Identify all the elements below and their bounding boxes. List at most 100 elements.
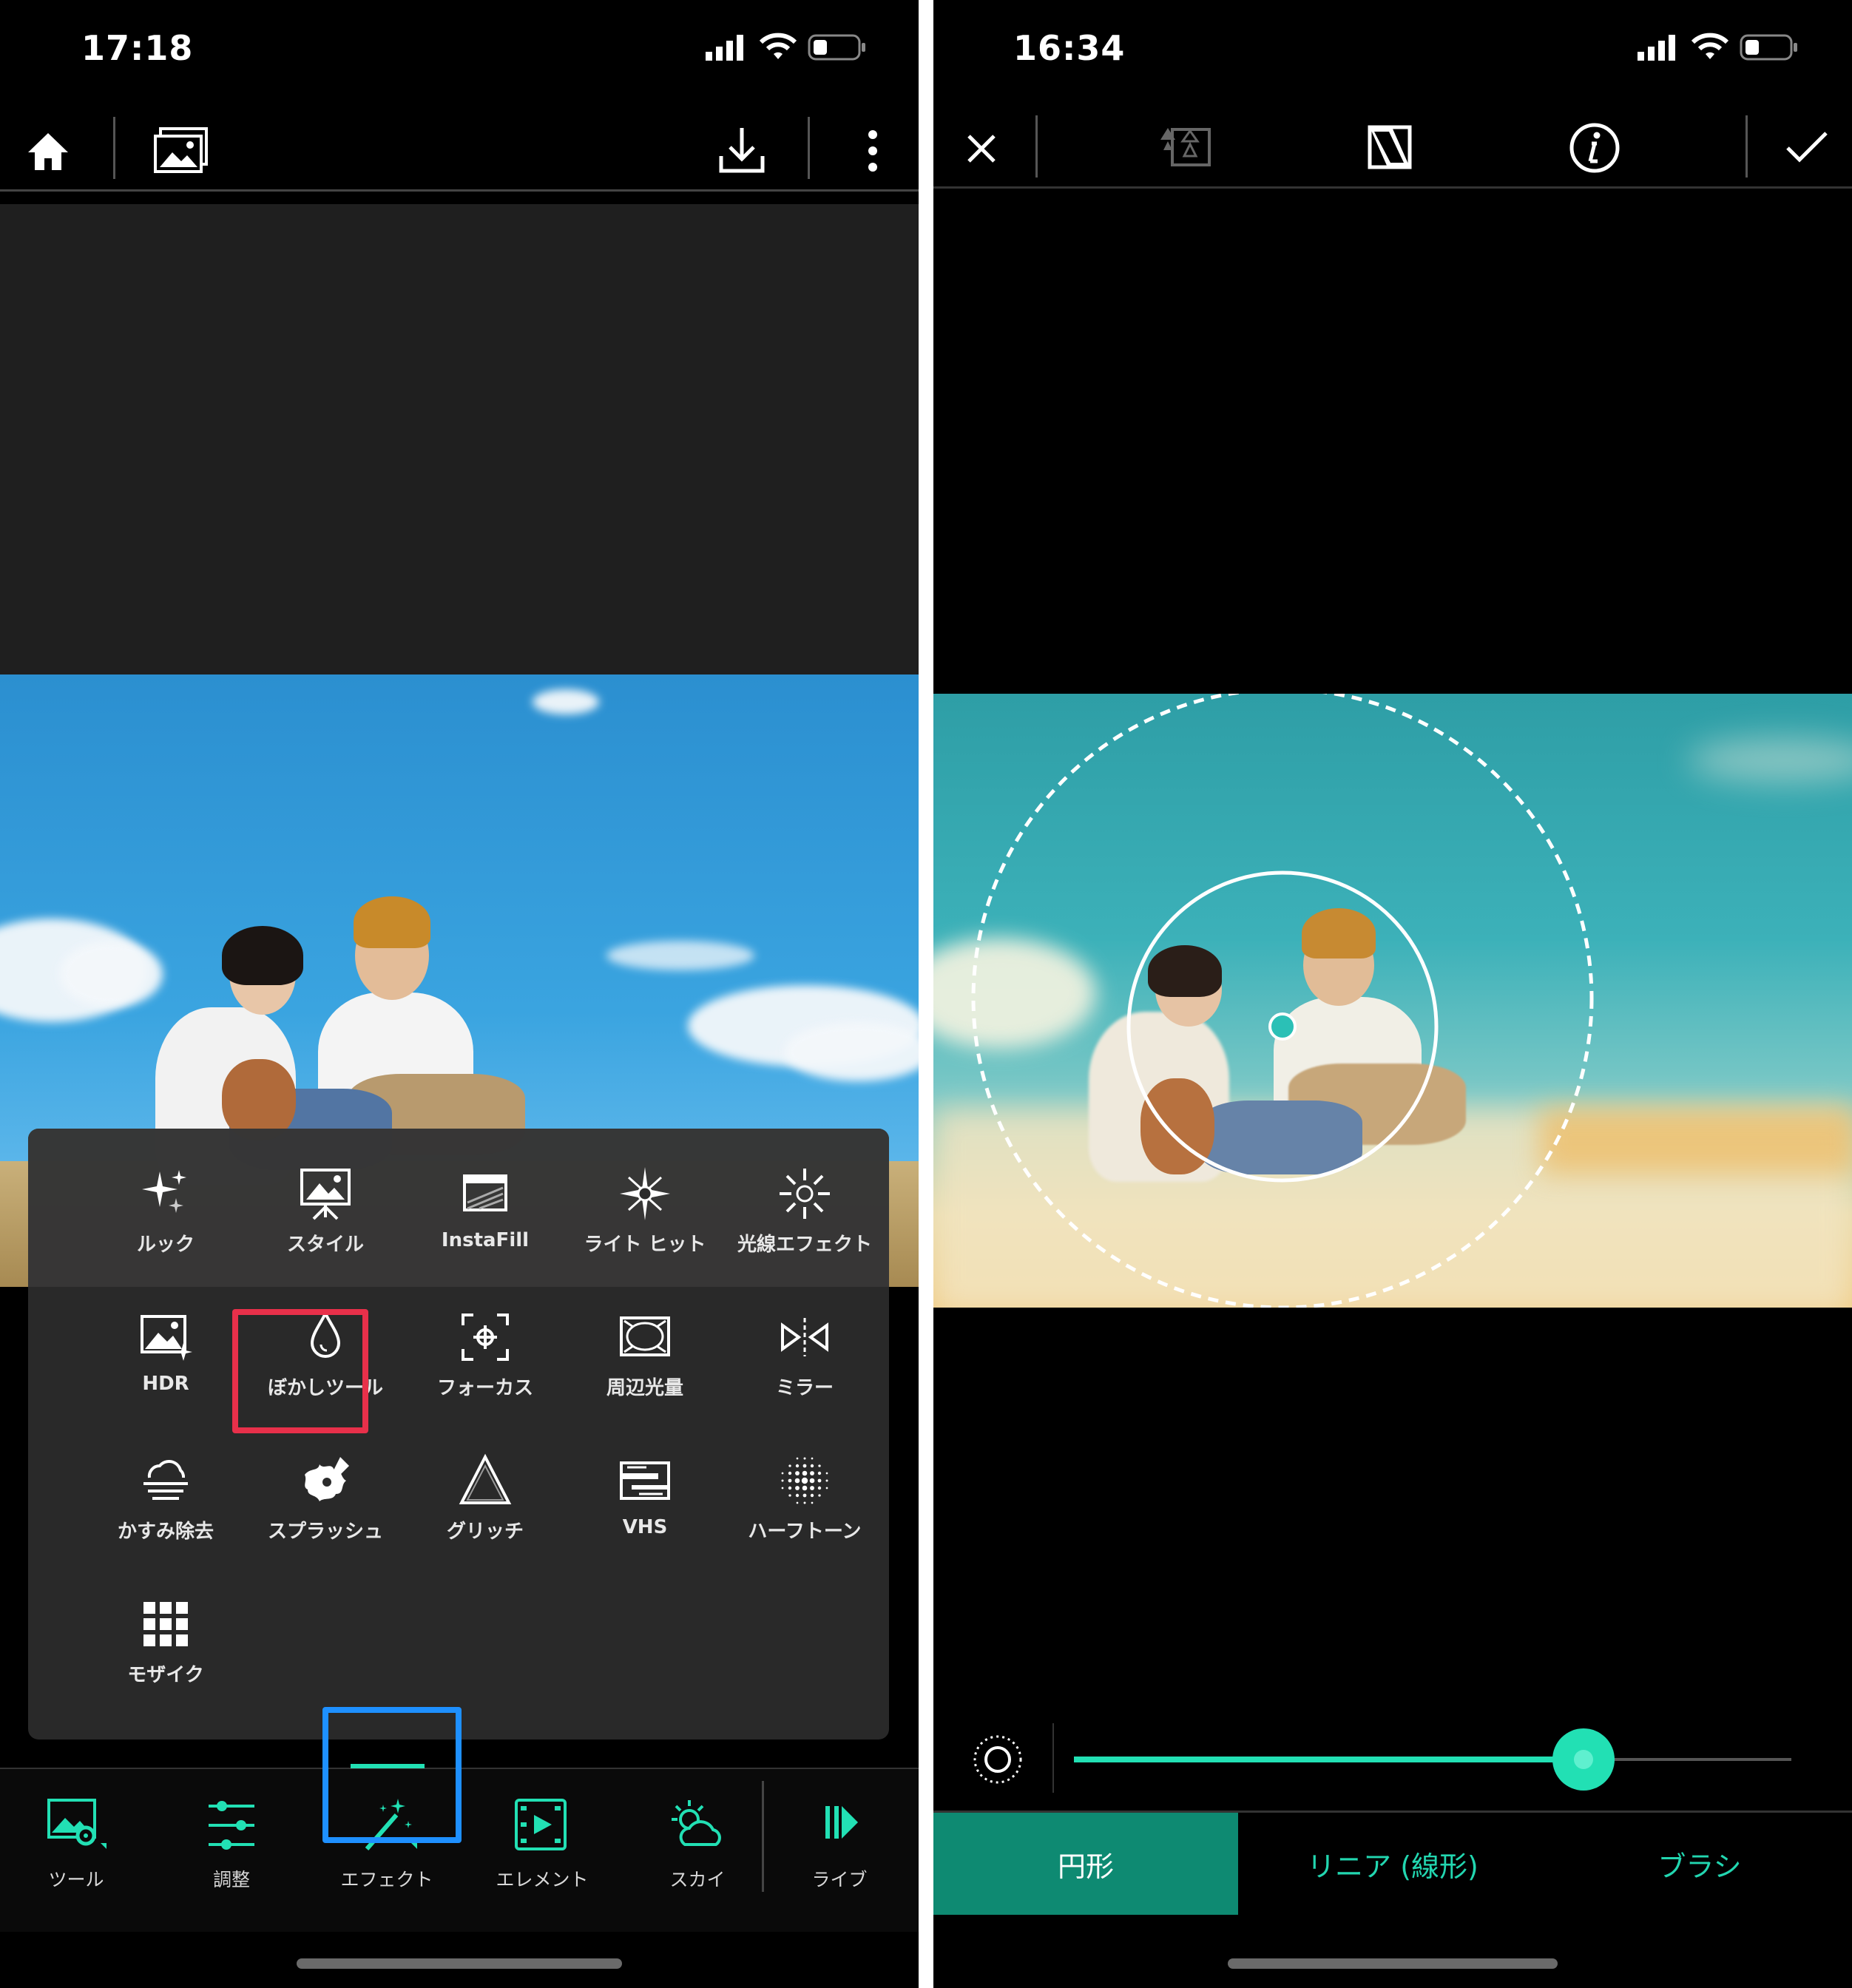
effect-label: スプラッシュ — [267, 1521, 383, 1543]
status-time: 17:18 — [81, 28, 194, 68]
apply-button[interactable] — [1782, 124, 1831, 170]
nav-sky[interactable]: スカイ — [635, 1796, 760, 1892]
home-button[interactable] — [22, 126, 74, 178]
outer-feather-circle[interactable] — [971, 694, 1594, 1308]
effects-tab-highlight — [322, 1707, 462, 1843]
mode-linear[interactable]: リニア (線形) — [1238, 1813, 1547, 1915]
blur-strength-button[interactable] — [972, 1734, 1024, 1785]
sky-icon — [672, 1800, 721, 1846]
signal-icon — [1638, 35, 1675, 61]
instafill-icon — [463, 1174, 507, 1211]
blur-slider-area — [933, 1701, 1852, 1812]
slider-separator — [1052, 1723, 1054, 1793]
toolbar-divider — [933, 186, 1852, 189]
effect-halftone[interactable]: ハーフトーン — [725, 1453, 885, 1563]
cancel-button[interactable] — [957, 124, 1006, 173]
element-icon — [515, 1799, 567, 1850]
nav-label: ライブ — [811, 1869, 868, 1890]
nav-label: スカイ — [669, 1869, 726, 1890]
nav-label: エレメント — [496, 1869, 589, 1890]
nav-label: 調整 — [212, 1869, 250, 1890]
home-indicator — [1228, 1958, 1558, 1969]
toolbar-separator — [1745, 115, 1748, 178]
effect-label: VHS — [622, 1516, 668, 1538]
info-button[interactable] — [1567, 120, 1623, 176]
nav-label: ツール — [48, 1869, 104, 1890]
effect-vignette[interactable]: 周辺光量 — [565, 1309, 725, 1420]
download-button[interactable] — [714, 123, 769, 178]
adjust-icon — [209, 1801, 254, 1850]
home-icon — [28, 133, 68, 170]
radial-blur-mask[interactable] — [933, 694, 1852, 1308]
effect-hdr[interactable]: HDR — [86, 1309, 246, 1420]
status-time: 16:34 — [1013, 28, 1126, 68]
effect-instafill[interactable]: InstaFill — [405, 1166, 565, 1277]
blur-slider-thumb[interactable] — [1552, 1728, 1615, 1791]
effect-mosaic[interactable]: モザイク — [86, 1596, 246, 1707]
effect-label: ハーフトーン — [748, 1521, 862, 1543]
blur-tool-highlight — [232, 1309, 368, 1433]
nav-elements[interactable]: エレメント — [479, 1796, 605, 1892]
effect-look[interactable]: ルック — [86, 1166, 246, 1277]
effect-label: ルック — [136, 1234, 195, 1256]
more-options-button[interactable] — [858, 124, 888, 178]
toolbar-separator — [808, 117, 810, 179]
effects-panel: ルック スタイル InstaFill ライト ヒット 光線エフェクト HDR ぼ… — [28, 1129, 889, 1740]
close-icon — [967, 135, 996, 163]
nav-live[interactable]: ライブ — [777, 1796, 902, 1892]
effect-light-rays[interactable]: 光線エフェクト — [725, 1166, 885, 1277]
mode-brush[interactable]: ブラシ — [1547, 1813, 1852, 1915]
effect-label: ミラー — [775, 1377, 834, 1399]
slider-thumb-core — [1573, 1750, 1593, 1769]
effect-dehaze[interactable]: かすみ除去 — [86, 1453, 246, 1563]
light-rays-icon — [780, 1169, 830, 1219]
nav-separator — [762, 1781, 764, 1892]
light-hit-icon — [620, 1167, 670, 1220]
effect-focus[interactable]: フォーカス — [405, 1309, 565, 1420]
wifi-icon — [759, 33, 797, 59]
info-icon — [1569, 123, 1620, 173]
vignette-icon — [620, 1316, 670, 1356]
vhs-icon — [620, 1461, 670, 1500]
effect-light-hit[interactable]: ライト ヒット — [565, 1166, 725, 1277]
hdr-icon — [141, 1315, 192, 1361]
toolbar-separator — [113, 117, 115, 179]
gallery-button[interactable] — [152, 124, 211, 176]
glitch-icon — [459, 1453, 512, 1504]
toolbar-divider — [0, 189, 919, 192]
effect-label: 周辺光量 — [606, 1377, 683, 1399]
nav-adjust[interactable]: 調整 — [169, 1796, 294, 1892]
download-icon — [719, 128, 765, 173]
battery-icon — [808, 34, 865, 61]
effect-mirror[interactable]: ミラー — [725, 1309, 885, 1420]
right-screen: 16:34 円形 リニア (線形) ブラシ — [933, 0, 1852, 1988]
blur-slider-track[interactable] — [1074, 1728, 1791, 1791]
effect-label: 光線エフェクト — [737, 1234, 872, 1256]
effect-splash[interactable]: スプラッシュ — [246, 1453, 405, 1563]
photo-canvas[interactable] — [933, 694, 1852, 1308]
nav-label: エフェクト — [340, 1869, 433, 1890]
left-screen: 17:18 ルック スタイル InstaFill ライト ヒット 光線エフェクト… — [0, 0, 919, 1988]
sparkle-icon — [142, 1170, 186, 1213]
wifi-icon — [1691, 33, 1729, 59]
tools-icon — [47, 1799, 107, 1849]
compare-image-icon — [1160, 128, 1211, 166]
center-handle[interactable] — [1268, 1012, 1297, 1041]
blur-mode-bar: 円形 リニア (線形) ブラシ — [933, 1810, 1852, 1915]
easel-icon — [300, 1169, 351, 1220]
effect-label: かすみ除去 — [117, 1521, 214, 1543]
blur-slider-fill — [1074, 1757, 1584, 1762]
effect-label: フォーカス — [436, 1377, 533, 1399]
live-icon — [825, 1806, 858, 1839]
effect-vhs[interactable]: VHS — [565, 1453, 725, 1563]
gallery-icon — [154, 127, 208, 173]
nav-tools[interactable]: ツール — [13, 1796, 139, 1892]
mode-radial[interactable]: 円形 — [933, 1813, 1238, 1915]
effect-style[interactable]: スタイル — [246, 1166, 405, 1277]
signal-icon — [706, 35, 743, 61]
effect-label: ライト ヒット — [584, 1234, 706, 1256]
compare-button[interactable] — [1155, 121, 1214, 173]
effect-glitch[interactable]: グリッチ — [405, 1453, 565, 1563]
effect-label: スタイル — [286, 1234, 364, 1256]
invert-mask-button[interactable] — [1362, 121, 1417, 173]
